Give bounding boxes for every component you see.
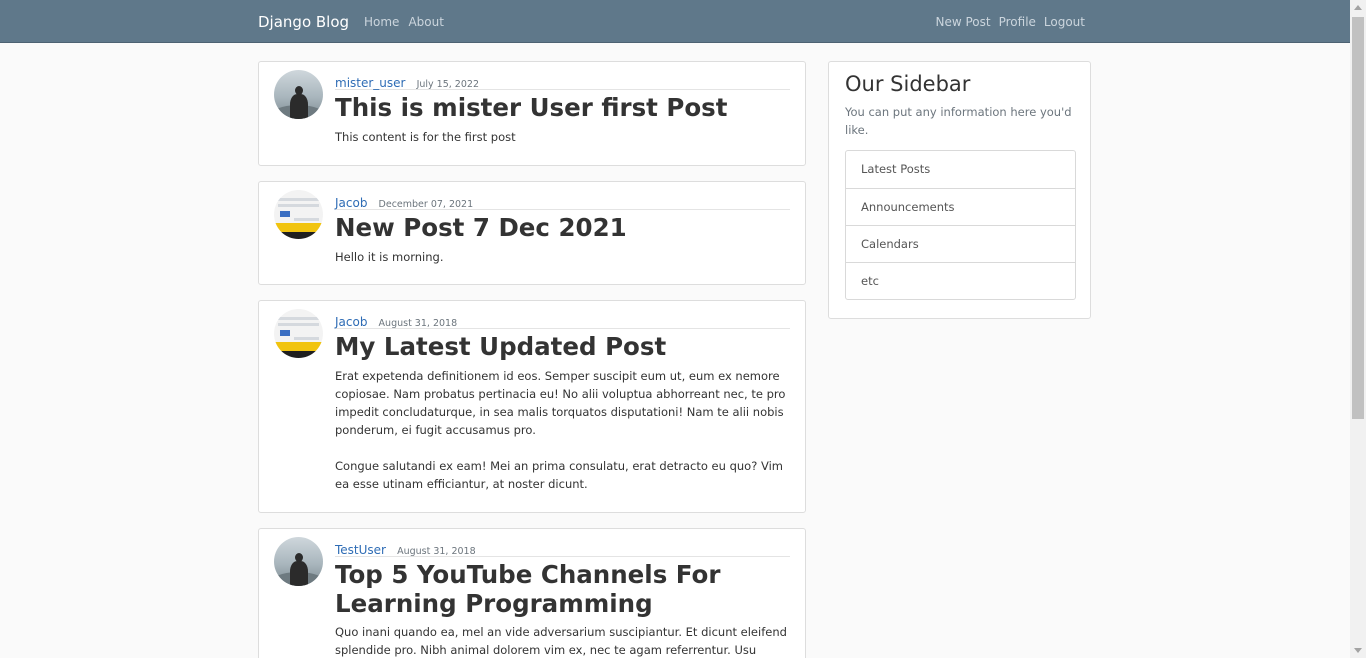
post-content: Quo inani quando ea, mel an vide adversa… [335,623,789,658]
scroll-thumb[interactable] [1352,17,1364,419]
nav-home-link[interactable]: Home [364,15,399,29]
sidebar-item-latest-posts[interactable]: Latest Posts [846,151,1075,188]
post-card: mister_user July 15, 2022 This is mister… [258,61,806,166]
sidebar-description: You can put any information here you'd l… [845,105,1072,137]
post-paragraph: Quo inani quando ea, mel an vide adversa… [335,625,787,657]
avatar [274,309,323,358]
nav-right-links: New Post Profile Logout [935,15,1085,29]
post-card: Jacob December 07, 2021 New Post 7 Dec 2… [258,181,806,285]
post-title[interactable]: New Post 7 Dec 2021 [335,213,793,242]
sidebar-title: Our Sidebar [845,72,971,96]
avatar [274,537,323,586]
post-content: This content is for the first post [335,128,789,146]
top-navbar: Django Blog Home About New Post Profile … [0,0,1350,43]
post-author-link[interactable]: TestUser [335,543,386,557]
post-paragraph: Erat expetenda definitionem id eos. Semp… [335,369,786,437]
nav-about-link[interactable]: About [408,15,443,29]
page-scrollbar[interactable] [1350,0,1366,658]
post-date: August 31, 2018 [397,546,476,557]
sidebar-list: Latest Posts Announcements Calendars etc [845,150,1076,300]
post-paragraph: This content is for the first post [335,130,516,144]
sidebar-item-calendars[interactable]: Calendars [846,225,1075,262]
nav-left-links: Home About [364,15,444,29]
post-content: Hello it is morning. [335,248,789,266]
post-meta: TestUser August 31, 2018 [335,539,790,557]
post-title[interactable]: My Latest Updated Post [335,332,793,361]
nav-profile-link[interactable]: Profile [999,15,1036,29]
sidebar-item-etc[interactable]: etc [846,262,1075,299]
post-meta: Jacob August 31, 2018 [335,311,790,329]
post-meta: mister_user July 15, 2022 [335,72,790,90]
post-date: December 07, 2021 [378,199,474,210]
post-meta: Jacob December 07, 2021 [335,192,790,210]
scroll-down-icon[interactable] [1354,648,1362,653]
post-author-link[interactable]: Jacob [335,196,367,210]
post-author-link[interactable]: Jacob [335,315,367,329]
post-author-link[interactable]: mister_user [335,76,405,90]
post-paragraph: Hello it is morning. [335,250,444,264]
sidebar: Our Sidebar You can put any information … [828,61,1091,319]
post-card: TestUser August 31, 2018 Top 5 YouTube C… [258,528,806,658]
post-paragraph: Congue salutandi ex eam! Mei an prima co… [335,459,783,491]
avatar [274,190,323,239]
post-date: August 31, 2018 [378,318,458,329]
post-card: Jacob August 31, 2018 My Latest Updated … [258,300,806,513]
avatar [274,70,323,119]
brand-link[interactable]: Django Blog [258,13,349,31]
post-content: Erat expetenda definitionem id eos. Semp… [335,367,789,493]
post-title[interactable]: This is mister User first Post [335,93,793,122]
post-date: July 15, 2022 [416,79,479,90]
nav-logout-link[interactable]: Logout [1044,15,1085,29]
nav-new-post-link[interactable]: New Post [935,15,990,29]
sidebar-item-announcements[interactable]: Announcements [846,188,1075,225]
post-title[interactable]: Top 5 YouTube Channels For Learning Prog… [335,560,793,618]
scroll-up-icon[interactable] [1354,5,1362,10]
